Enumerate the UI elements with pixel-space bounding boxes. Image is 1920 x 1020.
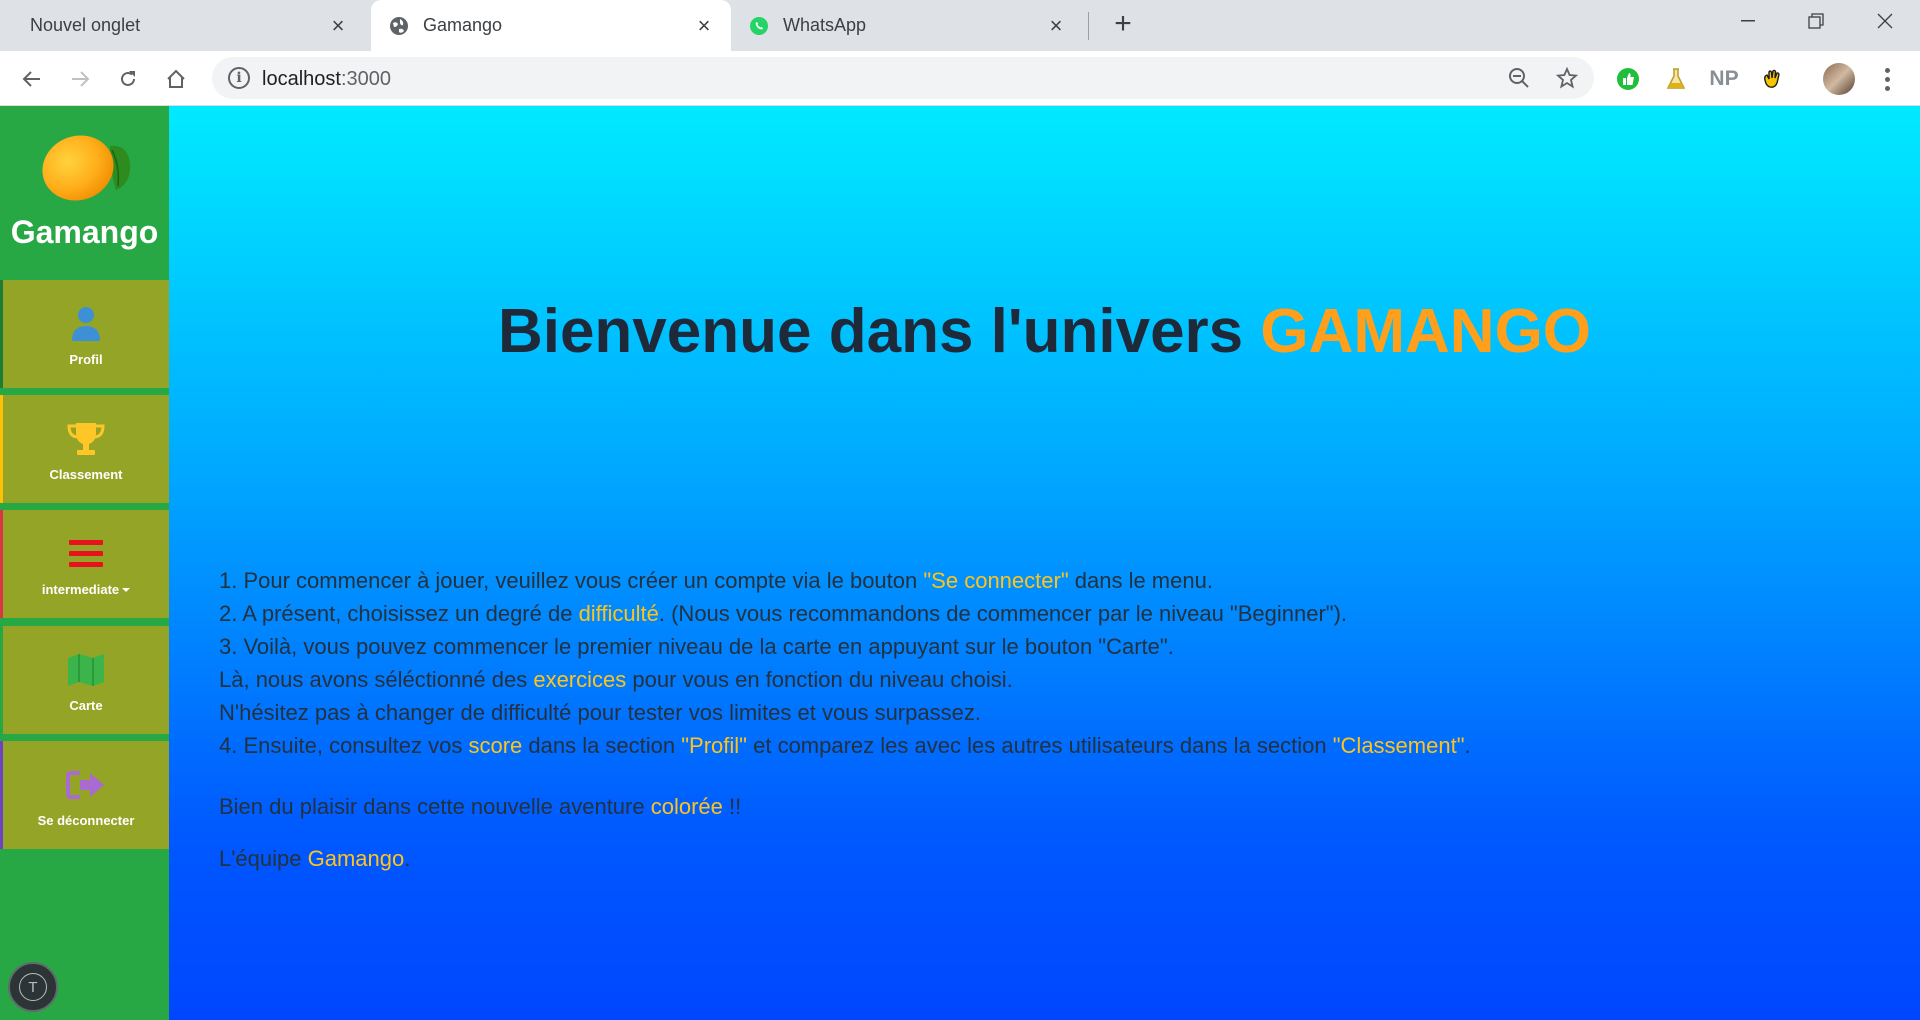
np-label: NP (1709, 67, 1739, 90)
user-icon (71, 302, 101, 346)
highlight-text: Gamango (307, 846, 405, 871)
signature: L'équipe Gamango. (219, 846, 410, 872)
text: pour vous en fonction du niveau choisi. (626, 667, 1013, 692)
reload-icon[interactable] (111, 62, 145, 96)
map-icon (66, 648, 106, 692)
nav-label: Carte (69, 697, 103, 713)
close-icon[interactable]: × (1045, 13, 1067, 38)
page-title: Bienvenue dans l'univers GAMANGO (169, 296, 1920, 367)
instruction-line: N'hésitez pas à changer de difficulté po… (219, 700, 981, 725)
highlight-text: difficulté (578, 601, 659, 626)
text: et comparez les avec les autres utilisat… (747, 733, 1333, 758)
forward-arrow-icon[interactable] (63, 62, 97, 96)
text: . (Nous vous recommandons de commencer p… (658, 601, 1348, 626)
text: 4. Ensuite, consultez vos (219, 733, 469, 758)
window-close-icon[interactable] (1855, 0, 1915, 42)
text: . (404, 846, 411, 871)
nav-label: Profil (69, 351, 103, 367)
flask-icon[interactable] (1662, 65, 1690, 93)
kebab-menu-icon[interactable] (1872, 62, 1902, 96)
headline-accent: GAMANGO (1260, 297, 1592, 366)
globe-icon (389, 16, 409, 36)
difficulty-value: intermediate (41, 581, 120, 597)
bars-icon (69, 532, 103, 576)
url-port: :3000 (340, 68, 391, 90)
text: 2. A présent, choisissez un degré de (219, 601, 579, 626)
mango-logo-icon (42, 135, 131, 201)
highlight-text: "Se connecter" (923, 568, 1069, 593)
bookmark-star-icon[interactable] (1554, 65, 1580, 91)
text: !! (722, 794, 742, 819)
tab-title: Gamango (423, 15, 503, 35)
headline-text: Bienvenue dans l'univers (497, 297, 1261, 366)
tab-strip: Nouvel onglet × Gamango × WhatsApp × + (0, 0, 1920, 51)
close-icon[interactable]: × (693, 13, 715, 38)
close-icon[interactable]: × (327, 13, 349, 38)
whatsapp-icon (749, 16, 769, 36)
nav-label: intermediate (41, 581, 131, 597)
profile-avatar[interactable] (1823, 63, 1855, 95)
instruction-line: 3. Voilà, vous pouvez commencer le premi… (219, 634, 1174, 659)
trophy-icon (66, 417, 106, 461)
badge-letter: T (19, 973, 47, 1001)
highlight-text: colorée (650, 794, 723, 819)
sign-out-icon (66, 763, 106, 807)
zoom-out-icon[interactable] (1506, 65, 1532, 91)
nav-label: Classement (49, 466, 123, 482)
brand[interactable]: Gamango (0, 106, 169, 280)
caret-down-icon (122, 588, 131, 593)
minimize-icon[interactable] (1718, 0, 1778, 42)
brand-name: Gamango (10, 214, 159, 250)
browser-toolbar: i localhost:3000 NP (0, 51, 1920, 106)
hand-icon[interactable] (1758, 65, 1786, 93)
text: . (1464, 733, 1471, 758)
tab-gamango[interactable]: Gamango × (371, 0, 731, 51)
new-tab-plus-icon[interactable]: + (1108, 9, 1138, 40)
text: Bien du plaisir dans cette nouvelle aven… (219, 794, 651, 819)
tab-new-tab[interactable]: Nouvel onglet × (0, 0, 365, 51)
restore-icon[interactable] (1786, 0, 1846, 42)
nav-classement[interactable]: Classement (0, 395, 169, 503)
text: Là, nous avons séléctionné des (219, 667, 534, 692)
tab-title: WhatsApp (783, 15, 867, 35)
instruction-line: 2. A présent, choisissez un degré de dif… (219, 597, 1869, 630)
highlight-text: "Classement" (1332, 733, 1465, 758)
nav-profil[interactable]: Profil (0, 280, 169, 388)
nav-difficulty-dropdown[interactable]: intermediate (0, 510, 169, 618)
text: L'équipe (219, 846, 308, 871)
instruction-line: 4. Ensuite, consultez vos score dans la … (219, 729, 1869, 762)
instructions: 1. Pour commencer à jouer, veuillez vous… (219, 564, 1869, 762)
tab-whatsapp[interactable]: WhatsApp × (731, 0, 1083, 51)
back-arrow-icon[interactable] (15, 62, 49, 96)
tab-divider (1088, 12, 1089, 40)
green-thumb-icon[interactable] (1614, 65, 1642, 93)
highlight-text: "Profil" (681, 733, 747, 758)
floating-t-badge[interactable]: T (8, 962, 58, 1012)
instruction-line: Là, nous avons séléctionné des exercices… (219, 663, 1869, 696)
sidebar: Gamango Profil Classement intermediate C (0, 106, 169, 1020)
address-bar[interactable]: i localhost:3000 (212, 57, 1594, 99)
url-text: localhost:3000 (262, 68, 391, 91)
text: dans le menu. (1068, 568, 1213, 593)
nav-carte[interactable]: Carte (0, 626, 169, 734)
highlight-text: score (468, 733, 523, 758)
tab-title: Nouvel onglet (30, 15, 141, 35)
nav-se-deconnecter[interactable]: Se déconnecter (0, 741, 169, 849)
text: dans la section (522, 733, 682, 758)
url-host: localhost (262, 68, 341, 90)
closing-line: Bien du plaisir dans cette nouvelle aven… (219, 794, 741, 820)
nav-label: Se déconnecter (37, 812, 135, 828)
page-content: Gamango Profil Classement intermediate C (0, 106, 1920, 1020)
text: 1. Pour commencer à jouer, veuillez vous… (219, 568, 924, 593)
np-icon[interactable]: NP (1709, 65, 1739, 93)
instruction-line: 1. Pour commencer à jouer, veuillez vous… (219, 564, 1869, 597)
highlight-text: exercices (533, 667, 627, 692)
info-icon[interactable]: i (228, 67, 250, 89)
home-icon[interactable] (159, 62, 193, 96)
